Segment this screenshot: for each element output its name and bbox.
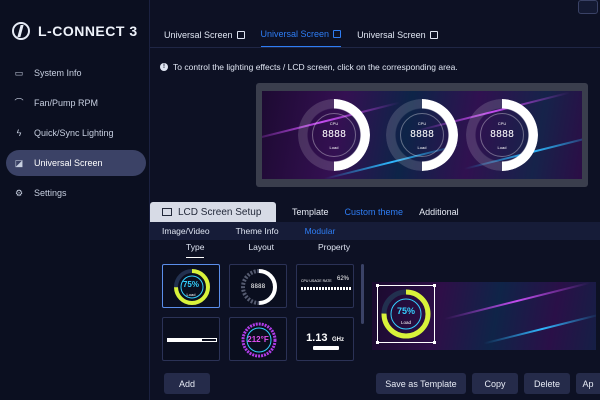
tab-lcd-screen-setup[interactable]: LCD Screen Setup <box>150 202 276 222</box>
tile-progress-bar <box>167 338 217 342</box>
lian-li-logo-icon <box>12 22 30 40</box>
gauge-top-label: CPU <box>497 121 507 126</box>
tab-custom-theme[interactable]: Custom theme <box>345 207 404 217</box>
sidebar-item-universal-screen[interactable]: ◪ Universal Screen <box>6 150 146 176</box>
sidebar-item-label: System Info <box>34 68 82 78</box>
resize-handle[interactable] <box>433 341 436 344</box>
tile-value: 8888 <box>250 283 266 290</box>
module-tile-frequency[interactable]: 1.13 GHz <box>296 317 354 361</box>
selection-box[interactable]: 75% Load <box>376 284 436 344</box>
gauge-bottom-label: Load <box>497 145 507 150</box>
tab-theme-info[interactable]: Theme Info <box>236 226 279 236</box>
sidebar-item-system-info[interactable]: ▭ System Info <box>6 60 146 86</box>
gauge-top-label: CPU <box>329 121 339 126</box>
gauge-bottom-label: Load <box>329 145 339 150</box>
sidebar: L-CONNECT 3 ▭ System Info ⌒ Fan/Pump RPM… <box>0 0 150 400</box>
tab-template[interactable]: Template <box>292 207 329 217</box>
tab-type[interactable]: Type <box>186 242 205 258</box>
resize-handle[interactable] <box>376 341 379 344</box>
tile-value: 212°F <box>247 335 269 344</box>
module-tile-ring-load[interactable]: 75% Load <box>162 264 220 308</box>
lcd-gauge[interactable]: CPU 8888 Load <box>466 99 538 171</box>
tile-unit: GHz <box>331 337 344 343</box>
tab-universal-screen-2[interactable]: Universal Screen <box>260 22 342 47</box>
tile-bar <box>301 287 351 290</box>
tab-label: Universal Screen <box>164 29 233 40</box>
lcd-gauge[interactable]: CPU 8888 Load <box>298 99 370 171</box>
sidebar-item-label: Settings <box>34 188 67 198</box>
module-grid: 75% Load 8888 CPU USAGE RATE 62% 212°F 1… <box>162 264 356 374</box>
preview-label: Load <box>400 320 411 325</box>
app-logo: L-CONNECT 3 <box>12 22 138 40</box>
sidebar-item-label: Universal Screen <box>34 158 103 168</box>
edit-icon[interactable] <box>333 30 342 38</box>
tab-universal-screen-3[interactable]: Universal Screen <box>357 22 438 47</box>
tab-property[interactable]: Property <box>318 242 350 258</box>
lightning-icon: ϟ <box>16 128 22 138</box>
sidebar-item-label: Quick/Sync Lighting <box>34 128 114 138</box>
tile-value: 62% <box>336 276 349 282</box>
tab-image-video[interactable]: Image/Video <box>162 226 210 236</box>
custom-theme-subnav: Image/Video Theme Info Modular <box>150 222 600 240</box>
resize-handle[interactable] <box>376 284 379 287</box>
apply-button[interactable]: Ap <box>576 373 600 394</box>
info-icon: ! <box>160 63 168 71</box>
sidebar-item-label: Fan/Pump RPM <box>34 98 99 108</box>
tab-label: Universal Screen <box>357 29 426 40</box>
tile-sub-bar <box>313 346 339 350</box>
app-title: L-CONNECT 3 <box>38 23 138 39</box>
copy-button[interactable]: Copy <box>472 373 518 394</box>
lcd-device-preview[interactable]: CPU 8888 Load CPU 8888 Load CPU 8888 Loa… <box>256 83 588 187</box>
resize-handle[interactable] <box>433 284 436 287</box>
fan-icon: ⌒ <box>14 98 24 108</box>
module-tile-bar[interactable]: CPU USAGE RATE 62% <box>296 264 354 308</box>
hint-label: To control the lighting effects / LCD sc… <box>173 62 458 72</box>
tile-freq: 1.13 GHz <box>297 328 353 346</box>
tile-label: Load <box>186 292 196 297</box>
screen-tabs: Universal Screen Universal Screen Univer… <box>150 22 600 48</box>
lcd-gauge[interactable]: CPU 8888 Load <box>386 99 458 171</box>
module-tile-progress[interactable] <box>162 317 220 361</box>
gauge-top-label: CPU <box>417 121 427 126</box>
module-scrollbar[interactable] <box>361 264 364 324</box>
gauge-value: 8888 <box>489 129 515 140</box>
tab-label: Universal Screen <box>260 29 330 39</box>
tile-value: 75% <box>182 280 199 289</box>
gauge-value: 8888 <box>321 129 347 140</box>
screen-icon: ◪ <box>14 158 24 168</box>
save-as-template-button[interactable]: Save as Template <box>376 373 466 394</box>
delete-button[interactable]: Delete <box>524 373 570 394</box>
lcd-setup-tabs: LCD Screen Setup Template Custom theme A… <box>150 202 600 222</box>
gauge-bottom-label: Load <box>417 145 427 150</box>
sidebar-item-settings[interactable]: ⚙ Settings <box>6 180 146 206</box>
lcd-screen[interactable]: CPU 8888 Load CPU 8888 Load CPU 8888 Loa… <box>262 91 582 179</box>
tab-additional[interactable]: Additional <box>419 207 459 217</box>
gear-icon: ⚙ <box>14 188 24 198</box>
add-button[interactable]: Add <box>164 373 210 394</box>
module-subnav: Type Layout Property <box>160 242 350 258</box>
monitor-icon: ▭ <box>14 68 24 78</box>
tile-value: 1.13 <box>306 332 328 344</box>
sidebar-nav: ▭ System Info ⌒ Fan/Pump RPM ϟ Quick/Syn… <box>6 60 146 210</box>
tab-label: LCD Screen Setup <box>178 206 262 218</box>
edit-icon[interactable] <box>236 30 245 39</box>
tab-modular[interactable]: Modular <box>305 226 336 236</box>
tile-progress-fill <box>168 339 202 341</box>
module-tile-dial[interactable]: 8888 <box>229 264 287 308</box>
preview-value: 75% <box>396 306 415 316</box>
sidebar-item-fan-pump-rpm[interactable]: ⌒ Fan/Pump RPM <box>6 90 146 116</box>
decor-streak <box>443 282 591 321</box>
module-tile-temperature[interactable]: 212°F <box>229 317 287 361</box>
sidebar-item-lighting[interactable]: ϟ Quick/Sync Lighting <box>6 120 146 146</box>
screen-icon <box>162 208 172 216</box>
decor-streak <box>483 313 596 345</box>
gauge-value: 8888 <box>409 129 435 140</box>
edit-icon[interactable] <box>429 30 438 39</box>
window-menu-button[interactable] <box>578 0 598 14</box>
hint-text: ! To control the lighting effects / LCD … <box>160 62 458 72</box>
tile-label: CPU USAGE RATE <box>301 279 332 283</box>
tab-universal-screen-1[interactable]: Universal Screen <box>164 22 245 47</box>
tab-layout[interactable]: Layout <box>248 242 274 258</box>
